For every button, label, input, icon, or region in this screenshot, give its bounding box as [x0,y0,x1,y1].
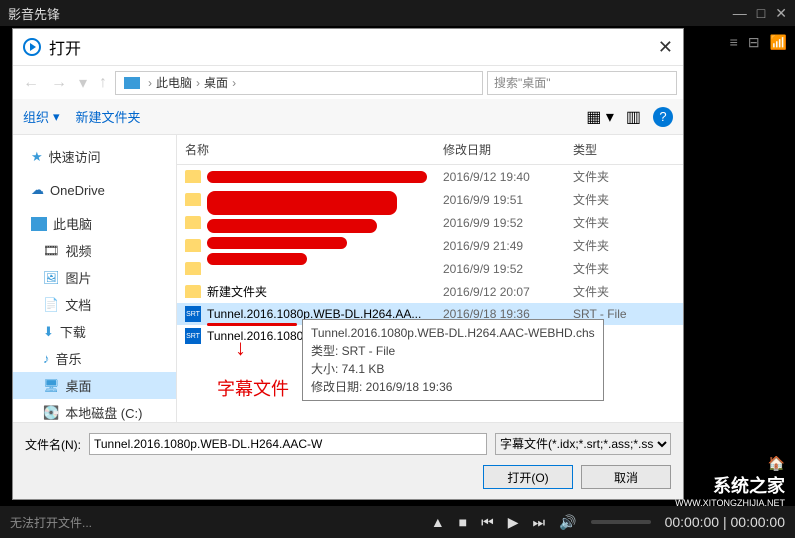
open-file-dialog: 打开 ✕ ← → ▾ ↑ › 此电脑 › 桌面 › 搜索"桌面" 组织 ▾ 新建… [12,28,684,500]
file-type: 文件夹 [573,260,663,277]
sidebar-this-pc[interactable]: 此电脑 [13,210,176,237]
annotation-arrow: ↓ [235,335,246,361]
play-icon[interactable]: ▶ [508,514,519,531]
close-icon[interactable]: ✕ [775,5,787,22]
srt-icon: SRT [185,328,201,344]
signal-icon[interactable]: 📶 [770,34,787,51]
player-status-bar: 无法打开文件... ▲ ■ ⏮ ▶ ⏭ 🔊 00:00:00 | 00:00:0… [0,506,795,538]
tooltip-date: 修改日期: 2016/9/18 19:36 [311,378,595,396]
maximize-icon[interactable]: □ [757,5,765,22]
volume-icon[interactable]: 🔊 [559,514,576,531]
sidebar-documents[interactable]: 📄文档 [13,291,176,318]
file-name: 新建文件夹 [207,283,267,300]
file-type: 文件夹 [573,168,663,185]
prev-icon[interactable]: ⏮ [481,514,494,531]
organize-button[interactable]: 组织 ▾ [23,107,60,126]
folder-icon [185,285,201,298]
dialog-close-icon[interactable]: ✕ [658,37,673,58]
new-folder-button[interactable]: 新建文件夹 [76,107,141,126]
dialog-bottom: 文件名(N): 字幕文件(*.idx;*.srt;*.ass;*.ssa 打开(… [13,422,683,499]
player-app-icon [23,38,41,56]
open-button[interactable]: 打开(O) [483,465,573,489]
app-title-bar: 影音先锋 — □ ✕ [0,0,795,26]
list-icon[interactable]: ⊟ [748,34,760,51]
player-top-icons: ≡ ⊟ 📶 [730,34,787,51]
cancel-button[interactable]: 取消 [581,465,671,489]
sidebar-onedrive[interactable]: ☁OneDrive [13,178,176,202]
annotation-subtitle-file: 字幕文件 [217,375,289,401]
file-date: 2016/9/12 19:40 [443,170,573,184]
view-icon[interactable]: ▦ ▾ [586,107,614,127]
file-name: Tunnel.2016.1080 [207,329,303,343]
time-display: 00:00:00 | 00:00:00 [665,514,785,530]
file-row[interactable]: 新建文件夹 2016/9/12 20:07文件夹 [177,280,683,303]
filename-input[interactable] [89,433,487,455]
pc-icon [124,77,140,89]
toolbar: 组织 ▾ 新建文件夹 ▦ ▾ ▥ ? [13,99,683,135]
file-type: 文件夹 [573,214,663,231]
filename-label: 文件名(N): [25,436,81,453]
sidebar-downloads[interactable]: ⬇下载 [13,318,176,345]
window-controls: — □ ✕ [733,5,787,22]
file-date: 2016/9/12 20:07 [443,285,573,299]
search-placeholder: 搜索"桌面" [494,74,551,91]
file-list: 2016/9/12 19:40文件夹2016/9/9 19:51文件夹2016/… [177,165,683,422]
tooltip-type: 类型: SRT - File [311,342,595,360]
folder-icon [185,216,201,229]
file-tooltip: Tunnel.2016.1080p.WEB-DL.H264.AAC-WEBHD.… [302,319,604,401]
breadcrumb-desktop[interactable]: 桌面 [204,74,228,91]
col-type[interactable]: 类型 [573,141,663,158]
navigation-row: ← → ▾ ↑ › 此电脑 › 桌面 › 搜索"桌面" [13,65,683,99]
file-type: 文件夹 [573,237,663,254]
col-name[interactable]: 名称 [185,141,443,158]
file-type: 文件夹 [573,283,663,300]
dialog-title-bar: 打开 ✕ [13,29,683,65]
player-controls: ▲ ■ ⏮ ▶ ⏭ 🔊 00:00:00 | 00:00:00 [431,514,785,531]
minimize-icon[interactable]: — [733,5,747,22]
sidebar-desktop[interactable]: 🖥桌面 [13,372,176,399]
sidebar-video[interactable]: 🎞视频 [13,237,176,264]
file-filter-select[interactable]: 字幕文件(*.idx;*.srt;*.ass;*.ssa [495,433,671,455]
breadcrumb-pc[interactable]: 此电脑 [156,74,192,91]
file-area: 名称 修改日期 类型 2016/9/12 19:40文件夹2016/9/9 19… [177,135,683,422]
nav-back-icon[interactable]: ← [19,74,43,92]
srt-icon: SRT [185,306,201,322]
eject-icon[interactable]: ▲ [431,514,445,530]
column-headers: 名称 修改日期 类型 [177,135,683,165]
nav-history-icon[interactable]: ▾ [75,73,91,93]
file-date: 2016/9/9 21:49 [443,239,573,253]
tooltip-size: 大小: 74.1 KB [311,360,595,378]
col-date[interactable]: 修改日期 [443,141,573,158]
help-icon[interactable]: ? [653,107,673,127]
status-text: 无法打开文件... [10,514,92,531]
file-type: 文件夹 [573,191,663,208]
sidebar-pictures[interactable]: 🖼图片 [13,264,176,291]
folder-icon [185,193,201,206]
nav-up-icon[interactable]: ↑ [95,74,111,92]
sidebar-local-c[interactable]: 💽本地磁盘 (C:) [13,399,176,422]
breadcrumb[interactable]: › 此电脑 › 桌面 › [115,71,483,95]
file-date: 2016/9/9 19:52 [443,262,573,276]
dialog-title: 打开 [49,35,81,59]
folder-icon [185,239,201,252]
menu-icon[interactable]: ≡ [730,34,738,51]
tooltip-name: Tunnel.2016.1080p.WEB-DL.H264.AAC-WEBHD.… [311,324,595,342]
next-icon[interactable]: ⏭ [533,514,546,531]
stop-icon[interactable]: ■ [459,514,467,530]
sidebar: ★快速访问 ☁OneDrive 此电脑 🎞视频 🖼图片 📄文档 ⬇下载 ♪音乐 … [13,135,177,422]
sidebar-music[interactable]: ♪音乐 [13,345,176,372]
volume-slider[interactable] [591,520,651,524]
app-title: 影音先锋 [8,4,60,23]
file-date: 2016/9/9 19:52 [443,216,573,230]
file-date: 2016/9/9 19:51 [443,193,573,207]
watermark: 🏠 系统之家 WWW.XITONGZHIJIA.NET [675,455,785,508]
folder-icon [185,262,201,275]
nav-forward-icon[interactable]: → [47,74,71,92]
sidebar-quick-access[interactable]: ★快速访问 [13,143,176,170]
folder-icon [185,170,201,183]
preview-icon[interactable]: ▥ [626,107,641,127]
search-input[interactable]: 搜索"桌面" [487,71,677,95]
